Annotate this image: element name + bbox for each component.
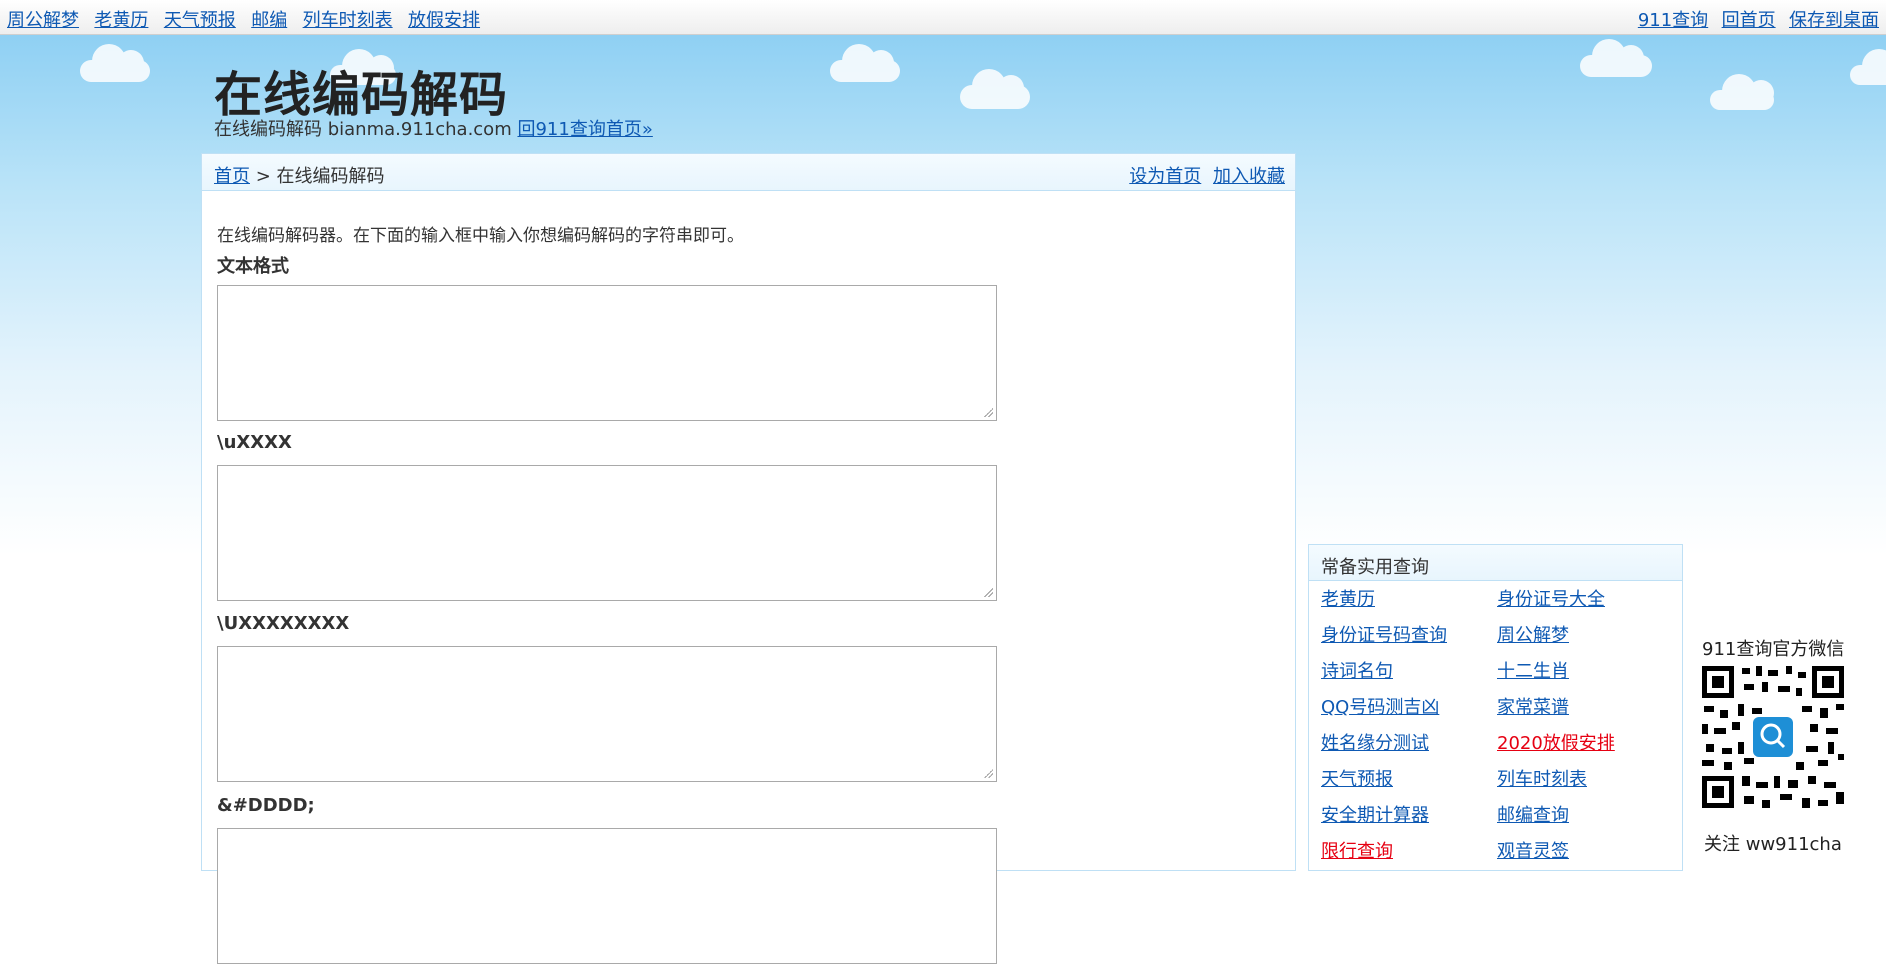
wechat-follow-text: 关注 ww911cha: [1704, 834, 1842, 855]
top-nav-dream[interactable]: 周公解梦: [7, 10, 79, 31]
sidebar-link[interactable]: 姓名缘分测试: [1321, 733, 1497, 769]
sidebar-link[interactable]: 身份证号码查询: [1321, 625, 1497, 661]
cloud-decoration: [1850, 49, 1886, 85]
cloud-decoration: [960, 69, 1030, 109]
text-format-textarea[interactable]: [217, 285, 997, 421]
cloud-decoration: [1710, 74, 1774, 110]
sidebar-link[interactable]: 安全期计算器: [1321, 805, 1497, 841]
main-panel: 首页 > 在线编码解码 设为首页 加入收藏 在线编码解码器。在下面的输入框中输入…: [201, 153, 1296, 964]
resize-grip-icon[interactable]: [983, 587, 993, 597]
field-label-html-entity: &#DDDD;: [217, 795, 315, 816]
sidebar-link[interactable]: 周公解梦: [1497, 625, 1673, 661]
top-nav-postcode[interactable]: 邮编: [251, 10, 287, 31]
quick-query-links: 老黄历 身份证号大全 身份证号码查询 周公解梦 诗词名句 十二生肖 QQ号码测吉凶 家常…: [1321, 589, 1681, 877]
top-nav-911[interactable]: 911查询: [1638, 10, 1708, 31]
breadcrumb: 首页 > 在线编码解码: [214, 162, 385, 188]
unicode-uxxxxxxxx-textarea[interactable]: [217, 646, 997, 782]
top-nav-right: 911查询 回首页 保存到桌面: [1630, 6, 1879, 32]
cloud-decoration: [830, 44, 900, 82]
back-home-link[interactable]: 回911查询首页»: [517, 119, 652, 140]
unicode-uxxxx-textarea[interactable]: [217, 465, 997, 601]
page-subtitle: 在线编码解码 bianma.911cha.com 回911查询首页»: [214, 115, 653, 141]
sidebar-link[interactable]: 身份证号大全: [1497, 589, 1673, 625]
top-nav-train[interactable]: 列车时刻表: [303, 10, 393, 31]
sidebar-link-highlight[interactable]: 2020放假安排: [1497, 733, 1673, 769]
top-nav-home[interactable]: 回首页: [1722, 10, 1776, 31]
add-favorite-link[interactable]: 加入收藏: [1213, 166, 1285, 187]
html-entity-textarea[interactable]: [217, 828, 997, 964]
set-homepage-link[interactable]: 设为首页: [1129, 166, 1201, 187]
field-label-text: 文本格式: [217, 256, 289, 277]
sidebar-link[interactable]: 邮编查询: [1497, 805, 1673, 841]
cloud-decoration: [80, 44, 150, 82]
intro-text: 在线编码解码器。在下面的输入框中输入你想编码解码的字符串即可。: [217, 226, 744, 246]
breadcrumb-current: 在线编码解码: [276, 166, 385, 187]
breadcrumb-actions: 设为首页 加入收藏: [1123, 162, 1285, 188]
top-nav-weather[interactable]: 天气预报: [164, 10, 236, 31]
field-label-unicode-long: \UXXXXXXXX: [217, 613, 350, 634]
resize-grip-icon[interactable]: [983, 407, 993, 417]
top-nav-holiday[interactable]: 放假安排: [408, 10, 480, 31]
sidebar-link[interactable]: 观音灵签: [1497, 841, 1673, 877]
sidebar-link[interactable]: 老黄历: [1321, 589, 1497, 625]
top-nav-save-desktop[interactable]: 保存到桌面: [1789, 10, 1879, 31]
top-navbar: 周公解梦 老黄历 天气预报 邮编 列车时刻表 放假安排 911查询 回首页 保存…: [0, 0, 1886, 35]
wechat-title: 911查询官方微信: [1702, 639, 1845, 660]
sidebar-link-highlight[interactable]: 限行查询: [1321, 841, 1497, 877]
top-nav-almanac[interactable]: 老黄历: [94, 10, 148, 31]
resize-grip-icon[interactable]: [983, 768, 993, 778]
sidebar-link[interactable]: 十二生肖: [1497, 661, 1673, 697]
sidebar-link[interactable]: 列车时刻表: [1497, 769, 1673, 805]
breadcrumb-separator: >: [250, 166, 277, 187]
site-domain: 在线编码解码 bianma.911cha.com: [214, 119, 512, 140]
sidebar-link[interactable]: 家常菜谱: [1497, 697, 1673, 733]
sidebar-link[interactable]: 天气预报: [1321, 769, 1497, 805]
top-nav-left: 周公解梦 老黄历 天气预报 邮编 列车时刻表 放假安排: [7, 6, 490, 32]
breadcrumb-bar: 首页 > 在线编码解码 设为首页 加入收藏: [202, 154, 1295, 191]
sidebar-link[interactable]: QQ号码测吉凶: [1321, 697, 1497, 733]
sidebar-link[interactable]: 诗词名句: [1321, 661, 1497, 697]
field-label-unicode: \uXXXX: [217, 432, 292, 453]
quick-query-box: 常备实用查询 老黄历 身份证号大全 身份证号码查询 周公解梦 诗词名句 十二生肖 QQ…: [1308, 544, 1683, 871]
cloud-decoration: [1580, 39, 1652, 77]
breadcrumb-home[interactable]: 首页: [214, 166, 250, 187]
quick-query-title: 常备实用查询: [1309, 545, 1682, 581]
wechat-qr-code-icon: [1698, 662, 1848, 812]
